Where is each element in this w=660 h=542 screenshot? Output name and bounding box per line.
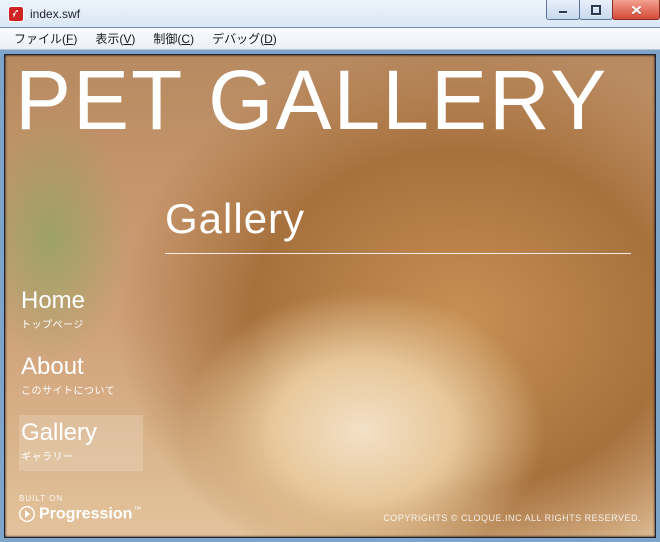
site-title: PET GALLERY — [15, 61, 645, 141]
heading-underline — [165, 253, 631, 254]
maximize-button[interactable] — [579, 0, 613, 20]
menubar: ファイル(F) 表示(V) 制御(C) デバッグ(D) — [0, 28, 660, 50]
menu-debug[interactable]: デバッグ(D) — [204, 28, 285, 49]
section-heading-wrap: Gallery — [165, 195, 631, 254]
copyright: COPYRIGHTS © CLOQUE.INC ALL RIGHTS RESER… — [383, 513, 641, 523]
minimize-button[interactable] — [546, 0, 580, 20]
flash-app-icon — [8, 6, 24, 22]
trademark-symbol: ™ — [133, 505, 141, 514]
nav-item-about[interactable]: About このサイトについて — [19, 349, 143, 405]
menu-view[interactable]: 表示(V) — [87, 28, 143, 49]
window-controls — [547, 0, 660, 27]
nav-label-ja: トップページ — [21, 316, 139, 331]
flash-content: PET GALLERY Gallery Home トップページ About この… — [4, 54, 656, 538]
menu-file[interactable]: ファイル(F) — [6, 28, 85, 49]
nav-item-home[interactable]: Home トップページ — [19, 283, 143, 339]
flash-player-window: index.swf ファイル(F) 表示(V) 制御(C) デバッグ(D) PE… — [0, 0, 660, 542]
side-nav: Home トップページ About このサイトについて Gallery ギャラリ… — [19, 283, 143, 471]
section-heading: Gallery — [165, 195, 631, 243]
close-button[interactable] — [612, 0, 660, 20]
nav-label-en: Home — [21, 289, 139, 313]
window-title: index.swf — [30, 7, 80, 21]
maximize-icon — [591, 5, 601, 15]
nav-label-en: Gallery — [21, 421, 139, 445]
menu-control[interactable]: 制御(C) — [145, 28, 202, 49]
framework-name: Progression — [39, 505, 132, 522]
nav-item-gallery[interactable]: Gallery ギャラリー — [19, 415, 143, 471]
nav-label-en: About — [21, 355, 139, 379]
footer-brand: BUILT ON Progression™ — [19, 494, 141, 523]
built-on-label: BUILT ON — [19, 494, 141, 503]
titlebar[interactable]: index.swf — [0, 0, 660, 28]
nav-label-ja: このサイトについて — [21, 382, 139, 397]
minimize-icon — [558, 5, 568, 15]
nav-label-ja: ギャラリー — [21, 448, 139, 463]
progression-logo-icon — [19, 506, 35, 522]
close-icon — [631, 5, 642, 15]
